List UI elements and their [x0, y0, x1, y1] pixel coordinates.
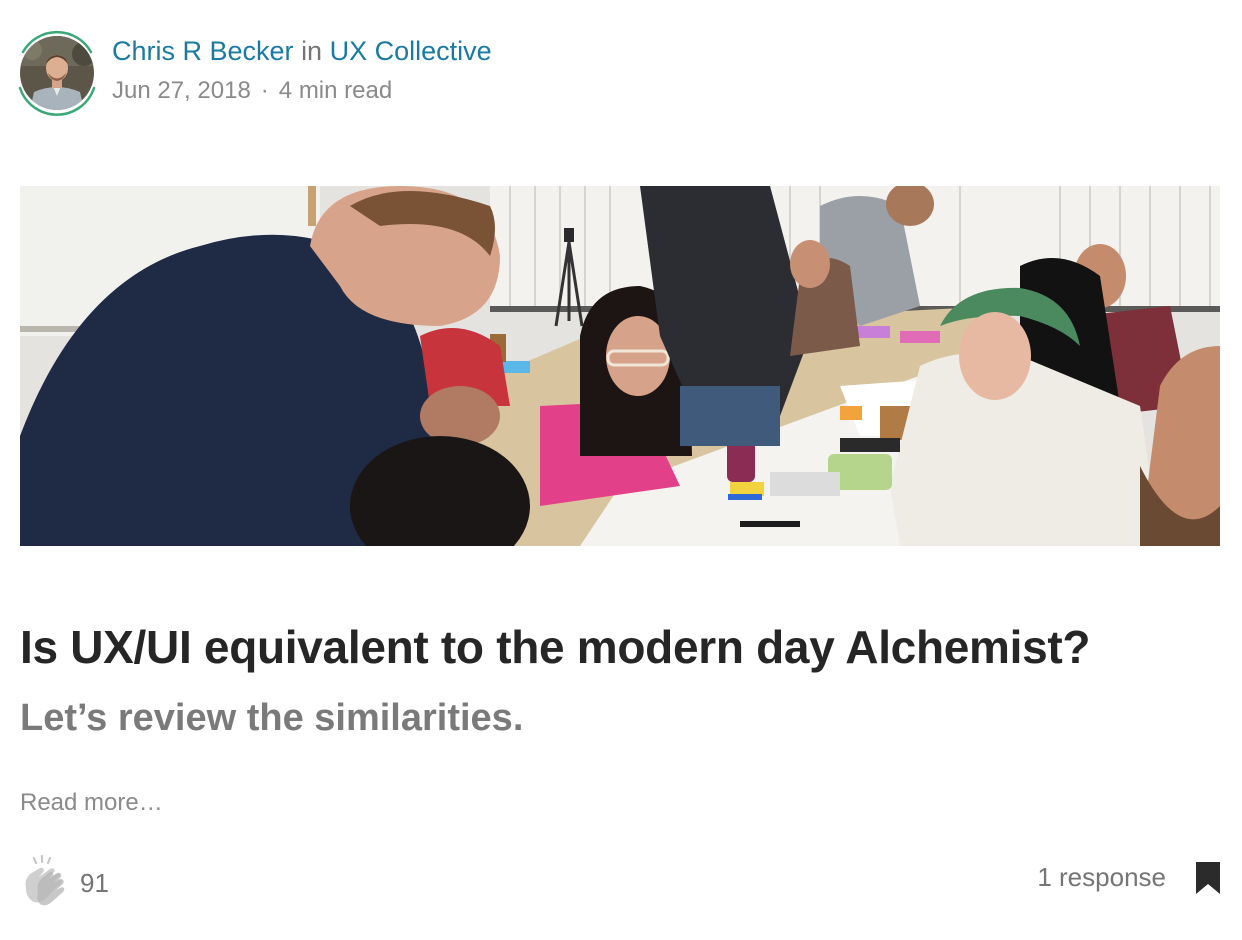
- author-meta: Chris R Becker in UX Collective Jun 27, …: [112, 32, 492, 108]
- clap-icon[interactable]: [20, 852, 70, 908]
- hero-photo: [20, 186, 1220, 546]
- read-more-link[interactable]: Read more…: [20, 786, 163, 820]
- author-header: Chris R Becker in UX Collective Jun 27, …: [14, 30, 492, 120]
- article-subtitle[interactable]: Let’s review the similarities.: [20, 692, 523, 744]
- byline-in-word: in: [301, 36, 323, 66]
- publish-info: Jun 27, 2018 · 4 min read: [112, 74, 492, 108]
- bookmark-icon[interactable]: [1194, 860, 1222, 896]
- read-time: 4 min read: [278, 77, 393, 104]
- clap-group: 91: [20, 852, 109, 908]
- article-title[interactable]: Is UX/UI equivalent to the modern day Al…: [20, 614, 1230, 680]
- avatar-link[interactable]: [14, 30, 100, 116]
- hero-image[interactable]: [20, 186, 1220, 546]
- responses-link[interactable]: 1 response: [1037, 860, 1166, 894]
- author-name-link[interactable]: Chris R Becker: [112, 36, 294, 66]
- byline: Chris R Becker in UX Collective: [112, 32, 492, 70]
- avatar: [20, 36, 94, 110]
- publication-link[interactable]: UX Collective: [330, 36, 492, 66]
- clap-count[interactable]: 91: [80, 868, 109, 899]
- meta-separator: ·: [260, 77, 269, 104]
- publish-date[interactable]: Jun 27, 2018: [112, 77, 251, 104]
